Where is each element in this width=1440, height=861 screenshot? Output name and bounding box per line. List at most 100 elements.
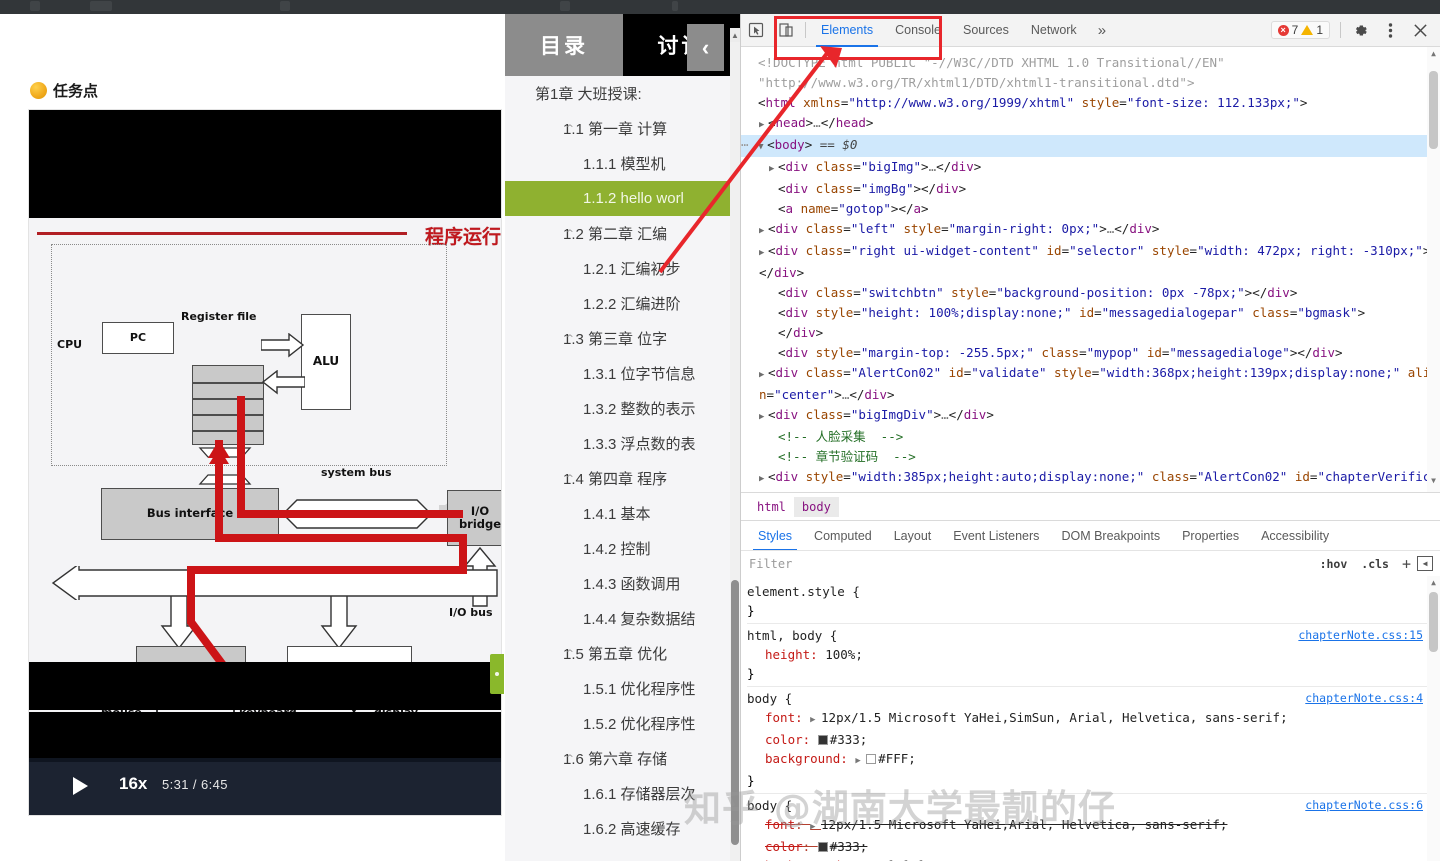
dom-node-line[interactable]: <!-- 人脸采集 --> [749,427,1440,447]
play-button[interactable] [73,777,88,795]
chevron-up-icon[interactable]: ⌃ [563,227,577,240]
toc-item[interactable]: 1.4.1 基本 [505,496,740,531]
toc-item[interactable]: ⌃ 1.6 第六章 存储 [505,741,740,776]
toc-item[interactable]: 1.2.1 汇编初步 [505,251,740,286]
toc-item[interactable]: 1.3.1 位字节信息 [505,356,740,391]
toc-item[interactable]: ⌃ 1.4 第四章 程序 [505,461,740,496]
styles-scrollbar[interactable]: ▲ [1427,576,1440,861]
style-declaration[interactable]: background: ▶ #f7f7f9; [747,856,1440,861]
chevron-up-icon[interactable]: ⌃ [563,122,577,135]
dom-node-line[interactable]: "http://www.w3.org/TR/xhtml1/DTD/xhtml1-… [749,73,1440,93]
style-rule[interactable]: element.style {} [747,580,1440,624]
style-rule[interactable]: html, body {chapterNote.css:15 height: 10… [747,624,1440,687]
issue-counters[interactable]: × 7 1 [1270,21,1330,39]
color-swatch-icon[interactable] [866,754,877,764]
toc-item[interactable]: 1.4.4 复杂数据结 [505,601,740,636]
dom-node-line[interactable]: ▶ <div style="width:385px;height:auto;dis… [749,467,1440,492]
kebab-menu-icon[interactable] [1375,14,1405,47]
toc-item[interactable]: ⌃ 1.3 第三章 位字 [505,321,740,356]
devtools-tab-sources[interactable]: Sources [952,14,1020,47]
panel-collapse-tab[interactable] [490,654,504,694]
dom-scrollbar-thumb[interactable] [1429,71,1438,149]
dom-node-line[interactable]: <div class="imgBg"></div> [749,179,1440,199]
dom-tree-view[interactable]: <!DOCTYPE html PUBLIC "-//W3C//DTD XHTML… [741,47,1440,492]
styles-scrollbar-thumb[interactable] [1429,592,1438,652]
toc-scroll-up-arrow[interactable]: ▲ [730,28,740,42]
dom-node-line[interactable]: ▶ <div class="bigImgDiv">…</div> [749,405,1440,427]
devtools-tab-console[interactable]: Console [884,14,952,47]
toc-item[interactable]: 1.3.3 浮点数的表 [505,426,740,461]
breadcrumb-item[interactable]: body [793,496,839,517]
style-declaration[interactable]: font: ▶ 12px/1.5 Microsoft YaHei,Arial, … [747,815,1440,837]
dom-node-line[interactable]: ▶ <head>…</head> [749,113,1440,135]
devtools-tab-network[interactable]: Network [1020,14,1088,47]
dom-tree-scrollbar[interactable]: ▲ ▼ [1427,47,1440,492]
more-tabs-button[interactable]: » [1088,22,1116,39]
dom-node-line[interactable]: </div> [749,323,1440,343]
expand-arrow-icon[interactable]: ▶ [810,822,821,832]
toc-item[interactable]: ⌃ 1.2 第二章 汇编 [505,216,740,251]
expand-arrow-icon[interactable]: ▶ [855,756,866,766]
toc-item[interactable]: 1.1.1 模型机 [505,146,740,181]
toc-item[interactable]: 1.4.2 控制 [505,531,740,566]
gear-icon[interactable] [1345,14,1375,47]
styles-rule-list[interactable]: element.style {} html, body {chapterNote.… [741,576,1440,861]
device-toolbar-icon[interactable] [771,14,801,47]
devtools-tab-elements[interactable]: Elements [810,14,884,47]
dom-node-line[interactable]: <a name="gotop"></a> [749,199,1440,219]
dom-node-line[interactable]: ▶ <div class="AlertCon02" id="validate" s… [749,363,1440,405]
style-source-link[interactable]: chapterNote.css:15 [1298,626,1423,645]
style-declaration[interactable]: height: 100%; [747,645,1440,664]
video-controls-bar[interactable]: 16x 5:31 / 6:45 [29,758,501,815]
scroll-down-arrow[interactable]: ▼ [1427,476,1440,490]
styles-subtab-event-listeners[interactable]: Event Listeners [942,521,1050,551]
new-style-rule-button[interactable]: + [1396,555,1417,573]
video-player[interactable]: 程序运行 CPU PC Register file ALU Bus interf… [29,110,501,815]
color-swatch-icon[interactable] [817,735,828,745]
close-icon[interactable] [1405,14,1435,47]
styles-subtab-accessibility[interactable]: Accessibility [1250,521,1340,551]
dom-node-line[interactable]: ▶ <div class="bigImg">…</div> [749,157,1440,179]
dom-node-line[interactable]: ⋯ ▼ <body> == $0 [741,135,1440,157]
style-rule[interactable]: body {chapterNote.css:4 font: ▶ 12px/1.5 … [747,687,1440,794]
style-declaration[interactable]: color: #333; [747,837,1440,856]
styles-scroll-up-arrow[interactable]: ▲ [1427,578,1440,587]
tab-contents[interactable]: 目录 [505,14,623,76]
chevron-up-icon[interactable]: ⌃ [536,87,550,100]
chevron-up-icon[interactable]: ⌃ [563,647,577,660]
style-source-link[interactable]: chapterNote.css:6 [1305,796,1423,815]
expand-arrow-icon[interactable]: ▶ [810,715,821,725]
dom-node-line[interactable]: <!DOCTYPE html PUBLIC "-//W3C//DTD XHTML… [749,53,1440,73]
styles-subtab-dom-breakpoints[interactable]: DOM Breakpoints [1050,521,1171,551]
toc-item[interactable]: 1.6.2 高速缓存 [505,811,740,846]
dom-node-line[interactable]: <!-- 章节验证码 --> [749,447,1440,467]
styles-subtab-computed[interactable]: Computed [803,521,883,551]
toc-item[interactable]: 1.5.2 优化程序性 [505,706,740,741]
toc-item[interactable]: 1.1.2 hello worl [505,181,740,216]
scroll-up-arrow[interactable]: ▲ [1427,49,1440,63]
style-declaration[interactable]: font: ▶ 12px/1.5 Microsoft YaHei,SimSun,… [747,708,1440,730]
video-progress-bar[interactable] [29,758,501,762]
sidebar-toggle-icon[interactable]: ◀ [1417,556,1433,571]
toc-item[interactable]: 1.5.1 优化程序性 [505,671,740,706]
styles-subtab-layout[interactable]: Layout [883,521,943,551]
toc-item[interactable]: 1.2.2 汇编进阶 [505,286,740,321]
dom-node-line[interactable]: <div style="margin-top: -255.5px;" class… [749,343,1440,363]
dom-node-line[interactable]: <div style="height: 100%;display:none;" … [749,303,1440,323]
color-swatch-icon[interactable] [817,842,828,852]
inspect-element-icon[interactable] [741,14,771,47]
toc-item[interactable]: ⌃ 第1章 大班授课: [505,76,740,111]
playback-speed-label[interactable]: 16x [119,774,147,794]
style-declaration[interactable]: color: #333; [747,730,1440,749]
toc-item[interactable]: 1.4.3 函数调用 [505,566,740,601]
chevron-up-icon[interactable]: ⌃ [563,332,577,345]
dom-node-line[interactable]: <html xmlns="http://www.w3.org/1999/xhtm… [749,93,1440,113]
toc-scrollbar-track[interactable]: ▲ [730,28,740,861]
toc-item[interactable]: ⌃ 1.5 第五章 优化 [505,636,740,671]
toc-scrollbar-thumb[interactable] [731,580,739,845]
style-rule[interactable]: body {chapterNote.css:6 font: ▶ 12px/1.5 … [747,794,1440,861]
toc-item[interactable]: 1.6.1 存储器层次 [505,776,740,811]
dom-node-line[interactable]: ▶ <div class="left" style="margin-right: … [749,219,1440,241]
hov-button[interactable]: :hov [1313,557,1355,571]
styles-filter-input[interactable]: Filter [749,557,1313,571]
